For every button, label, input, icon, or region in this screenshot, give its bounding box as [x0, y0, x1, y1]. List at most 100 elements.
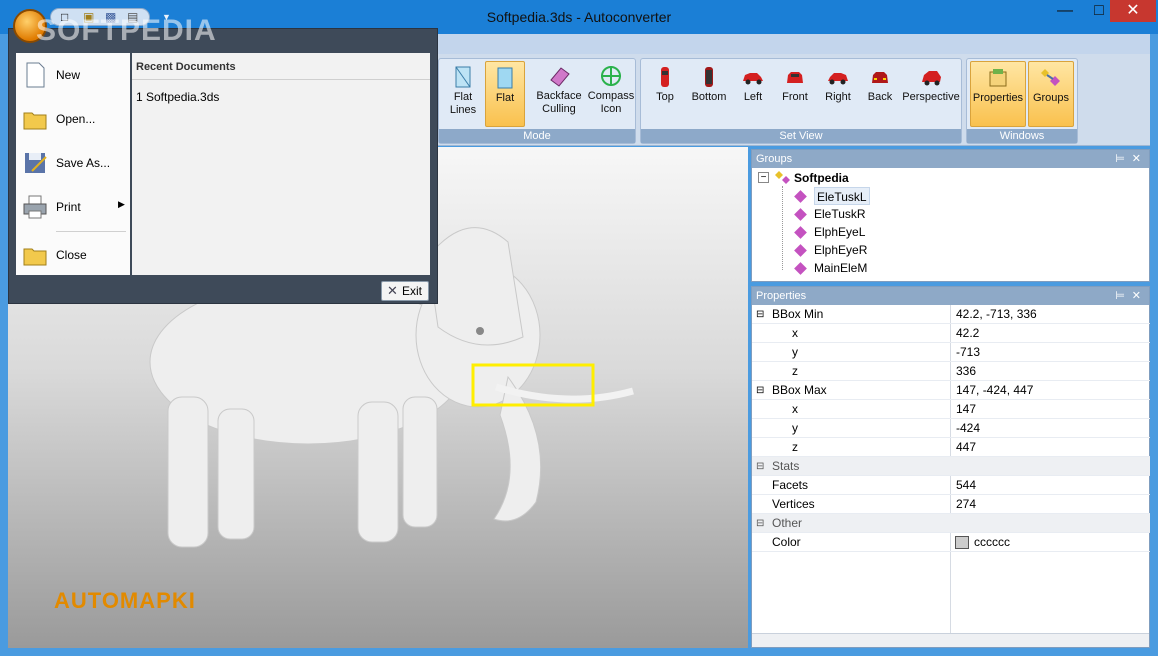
- property-row[interactable]: x 147: [752, 400, 1150, 419]
- menu-print[interactable]: Print ▶: [16, 187, 130, 227]
- ribbon-group-label: Mode: [439, 129, 635, 143]
- collapse-icon[interactable]: ⊟: [756, 457, 764, 476]
- tree-item-eletuskr[interactable]: EleTuskR: [814, 205, 866, 223]
- exit-icon: ✕: [387, 283, 398, 298]
- property-name: Vertices: [772, 497, 815, 511]
- groups-window-button[interactable]: Groups: [1028, 61, 1074, 127]
- tree-item-mainelem[interactable]: MainEleM: [814, 259, 867, 277]
- properties-scrollbar[interactable]: [752, 633, 1149, 647]
- close-panel-icon[interactable]: ✕: [1132, 150, 1141, 168]
- flat-lines-label: Flat: [453, 91, 473, 103]
- backface-culling-icon: [550, 67, 570, 87]
- view-perspective-button[interactable]: Perspective: [901, 61, 961, 127]
- printer-icon: [23, 195, 47, 219]
- color-swatch[interactable]: [955, 536, 969, 549]
- flat-lines-button[interactable]: Flat Lines: [445, 61, 481, 127]
- view-top-button[interactable]: Top: [645, 61, 685, 127]
- car-bottom-icon: [705, 67, 713, 87]
- menu-new[interactable]: New: [16, 55, 130, 95]
- backface-culling-button[interactable]: Backface Culling: [534, 60, 584, 126]
- property-row[interactable]: y -424: [752, 419, 1150, 438]
- menu-close[interactable]: Close: [16, 235, 130, 275]
- compass-icon-button[interactable]: Compass Icon: [586, 60, 636, 126]
- pin-icon[interactable]: ⊨: [1115, 287, 1125, 305]
- property-name: y: [792, 345, 798, 359]
- properties-window-button[interactable]: Properties: [970, 61, 1026, 127]
- menu-save-as[interactable]: Save As...: [16, 143, 130, 183]
- groups-panel-header: Groups ⊨ ✕: [752, 150, 1149, 168]
- collapse-icon[interactable]: ⊟: [756, 305, 764, 324]
- group-item-icon: [794, 208, 807, 221]
- car-top-icon: [661, 67, 669, 87]
- property-category-other[interactable]: ⊟ Other: [752, 514, 1150, 533]
- recent-documents-header: Recent Documents: [136, 61, 236, 73]
- car-perspective-icon: [922, 71, 941, 86]
- tree-root-softpedia[interactable]: Softpedia: [794, 169, 849, 187]
- view-left-label: Left: [743, 91, 763, 103]
- property-name: z: [792, 364, 798, 378]
- menu-close-label: Close: [56, 248, 87, 262]
- properties-window-label: Properties: [972, 92, 1024, 104]
- groups-icon: [1041, 69, 1060, 86]
- recent-document-item[interactable]: 1 Softpedia.3ds: [136, 90, 219, 104]
- exit-button[interactable]: ✕ Exit: [381, 281, 429, 301]
- pin-icon[interactable]: ⊨: [1115, 150, 1125, 168]
- menu-open[interactable]: Open...: [16, 99, 130, 139]
- car-front-icon: [787, 72, 803, 83]
- view-back-button[interactable]: Back: [861, 61, 899, 127]
- car-back-icon: [872, 72, 888, 83]
- view-front-button[interactable]: Front: [775, 61, 815, 127]
- tree-item-eletuskl[interactable]: EleTuskL: [814, 187, 870, 205]
- property-row-color[interactable]: Color cccccc: [752, 533, 1150, 552]
- collapse-icon[interactable]: ⊟: [756, 381, 764, 400]
- recent-separator: [132, 79, 430, 80]
- property-row[interactable]: Vertices 274: [752, 495, 1150, 514]
- flat-button[interactable]: Flat: [485, 61, 525, 127]
- flat-label: Flat: [495, 92, 515, 104]
- groups-panel-title: Groups: [756, 153, 793, 165]
- property-row[interactable]: Facets 544: [752, 476, 1150, 495]
- property-name: y: [792, 421, 798, 435]
- property-row[interactable]: z 447: [752, 438, 1150, 457]
- view-bottom-button[interactable]: Bottom: [687, 61, 731, 127]
- property-row[interactable]: z 336: [752, 362, 1150, 381]
- property-row[interactable]: y -713: [752, 343, 1150, 362]
- app-menu-commands: New Open... Save As... Print ▶ Close: [16, 53, 130, 275]
- property-category-name: Other: [772, 516, 803, 530]
- view-bottom-label: Bottom: [691, 91, 727, 103]
- flat-lines-icon: [455, 66, 471, 88]
- application-menu: New Open... Save As... Print ▶ Close Rec…: [8, 28, 438, 304]
- property-row-bbox-max[interactable]: ⊟ BBox Max 147, -424, 447: [752, 381, 1150, 400]
- ribbon-group-label: Set View: [641, 129, 961, 143]
- property-name: BBox Min: [772, 307, 824, 321]
- menu-print-label: Print: [56, 200, 81, 214]
- close-panel-icon[interactable]: ✕: [1132, 287, 1141, 305]
- view-top-label: Top: [656, 91, 674, 103]
- properties-panel: Properties ⊨ ✕ ⊟ BBox Min 42.2, -713, 33…: [751, 286, 1150, 648]
- ribbon-group-windows: Properties Groups Windows: [966, 58, 1078, 144]
- compass-icon-label: Compass: [587, 90, 635, 102]
- recent-documents-pane: Recent Documents 1 Softpedia.3ds: [132, 53, 430, 275]
- view-left-button[interactable]: Left: [733, 61, 773, 127]
- tree-collapse-toggle[interactable]: −: [758, 172, 769, 183]
- tree-item-elpheyer[interactable]: ElphEyeR: [814, 241, 867, 259]
- menu-open-label: Open...: [56, 112, 96, 126]
- property-row[interactable]: x 42.2: [752, 324, 1150, 343]
- property-category-stats[interactable]: ⊟ Stats: [752, 457, 1150, 476]
- property-name: x: [792, 326, 798, 340]
- flat-icon: [497, 67, 513, 89]
- property-category-name: Stats: [772, 459, 800, 473]
- tree-item-elpheyel[interactable]: ElphEyeL: [814, 223, 865, 241]
- tree-line: [782, 186, 783, 270]
- property-name: z: [792, 440, 798, 454]
- menu-save-as-label: Save As...: [56, 156, 111, 170]
- compass-icon: [601, 66, 621, 86]
- property-row-bbox-min[interactable]: ⊟ BBox Min 42.2, -713, 336: [752, 305, 1150, 324]
- property-value: 147, -424, 447: [956, 383, 1034, 397]
- collapse-icon[interactable]: ⊟: [756, 514, 764, 533]
- view-front-label: Front: [782, 91, 808, 103]
- view-back-label: Back: [867, 91, 893, 103]
- close-button[interactable]: ✕: [1110, 0, 1156, 22]
- view-right-button[interactable]: Right: [817, 61, 859, 127]
- new-document-icon: [26, 62, 45, 88]
